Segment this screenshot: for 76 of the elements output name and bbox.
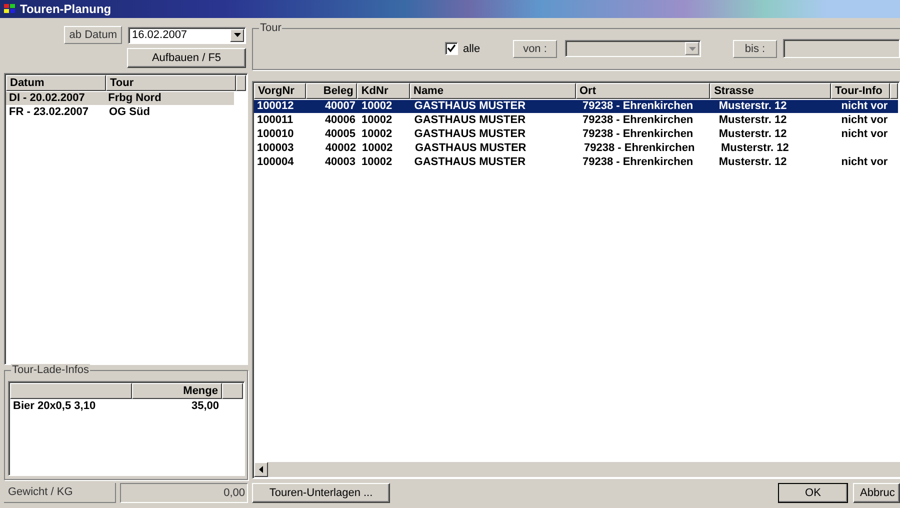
table-cell-text: 79238 - Ehrenkirchen [581, 100, 694, 113]
table-cell-text: Musterstr. 12 [718, 114, 788, 127]
table-row[interactable]: 100004 40003 10002 GASTHAUS MUSTER 79238 - Ehrenkirchen Musterstr. 12 nicht vor [254, 156, 898, 169]
table-cell-text: GASTHAUS MUSTER [413, 114, 527, 127]
table-cell-text: 40003 [324, 156, 357, 169]
app-icon [4, 4, 16, 14]
table-cell-text: Musterstr. 12 [718, 128, 788, 141]
column-header[interactable]: Ort [576, 83, 710, 99]
table-cell-text: GASTHAUS MUSTER [413, 128, 527, 141]
table-cell-text: 10002 [360, 114, 394, 127]
table-cell-text: 10002 [361, 142, 394, 155]
table-cell-text: GASTHAUS MUSTER [413, 100, 527, 113]
table-cell-text: Frbg Nord [107, 92, 162, 105]
to-label: bis : [733, 40, 777, 58]
checkbox[interactable] [445, 42, 458, 55]
weight-field: 0,00 [120, 483, 248, 503]
table-cell-text: nicht vor [840, 114, 889, 127]
table-cell-text: nicht vor [840, 128, 889, 141]
date-label: ab Datum [64, 26, 122, 44]
table-cell-text: 100004 [256, 156, 295, 169]
ok-button[interactable]: OK [778, 483, 848, 503]
table-cell-text: 100011 [256, 114, 294, 127]
table-cell-text: GASTHAUS MUSTER [414, 142, 528, 155]
table-cell-text: Musterstr. 12 [718, 100, 788, 113]
column-header[interactable]: Name [410, 83, 576, 99]
checkbox-label[interactable]: alle [463, 42, 513, 54]
date-combo[interactable]: 16.02.2007 [128, 26, 246, 44]
table-cell-text: 10002 [360, 128, 394, 141]
column-header[interactable]: KdNr [357, 83, 410, 99]
table-cell-text: 79238 - Ehrenkirchen [583, 142, 696, 155]
table-cell-text: 40005 [324, 128, 357, 141]
table-cell-text: 35,00 [190, 400, 220, 413]
table-cell-text: GASTHAUS MUSTER [413, 156, 527, 169]
to-field[interactable] [783, 39, 900, 58]
table-row[interactable]: FR - 23.02.2007 OG Süd [6, 106, 246, 119]
from-label: von : [513, 40, 557, 58]
documents-button[interactable]: Touren-Unterlagen ... [252, 483, 390, 503]
group-title: Tour [259, 22, 282, 34]
table-cell-text: nicht vor [840, 100, 889, 113]
table-cell-text: 40006 [324, 114, 357, 127]
table-row[interactable]: DI - 20.02.2007 Frbg Nord [6, 92, 234, 105]
from-combo[interactable] [565, 40, 701, 57]
column-header[interactable] [10, 383, 132, 399]
column-header[interactable]: Tour [106, 75, 236, 91]
table-cell-text: 100010 [256, 128, 295, 141]
build-button[interactable]: Aufbauen / F5 [127, 48, 246, 68]
table-cell-text: DI - 20.02.2007 [8, 92, 86, 105]
table-cell-text: 79238 - Ehrenkirchen [581, 156, 694, 169]
table-row[interactable]: 100010 40005 10002 GASTHAUS MUSTER 79238 - Ehrenkirchen Musterstr. 12 nicht vor [254, 128, 898, 141]
table-row[interactable]: 100011 40006 10002 GASTHAUS MUSTER 79238 - Ehrenkirchen Musterstr. 12 nicht vor [254, 114, 898, 127]
table-row[interactable]: 100003 40002 10002 GASTHAUS MUSTER 79238 - Ehrenkirchen Musterstr. 12 [254, 142, 898, 155]
column-header[interactable]: Menge [132, 383, 222, 399]
table-cell-text: 100003 [256, 142, 295, 155]
table-cell-text: FR - 23.02.2007 [8, 106, 90, 119]
table-cell-text: OG Süd [108, 106, 151, 119]
table-cell-text: 40007 [324, 100, 357, 113]
table-cell-text: 79238 - Ehrenkirchen [581, 114, 694, 127]
table-cell-text: 40002 [324, 142, 357, 155]
column-header[interactable]: Tour-Info [830, 83, 890, 99]
table-cell-text: 100012 [256, 100, 295, 113]
column-header[interactable]: Datum [6, 75, 106, 91]
column-header[interactable]: VorgNr [254, 83, 306, 99]
table-cell-text: nicht vor [840, 156, 889, 169]
weight-label: Gewicht / KG [4, 483, 116, 503]
table-row[interactable]: 100012 40007 10002 GASTHAUS MUSTER 79238 - Ehrenkirchen Musterstr. 12 nicht vor [254, 100, 898, 113]
column-header[interactable]: Beleg [306, 83, 358, 99]
table-cell-text: Musterstr. 12 [720, 142, 790, 155]
column-header[interactable]: Strasse [710, 83, 831, 99]
table-cell-text: 10002 [360, 100, 394, 113]
group-title: Tour-Lade-Infos [11, 364, 90, 376]
table-cell-text: Musterstr. 12 [718, 156, 788, 169]
table-cell-text: 10002 [360, 156, 394, 169]
window-title: Touren-Planung [20, 2, 112, 16]
cancel-button[interactable]: Abbruc [853, 483, 900, 503]
table-cell-text: Bier 20x0,5 3,10 [12, 400, 97, 413]
table-cell-text: 79238 - Ehrenkirchen [581, 128, 694, 141]
